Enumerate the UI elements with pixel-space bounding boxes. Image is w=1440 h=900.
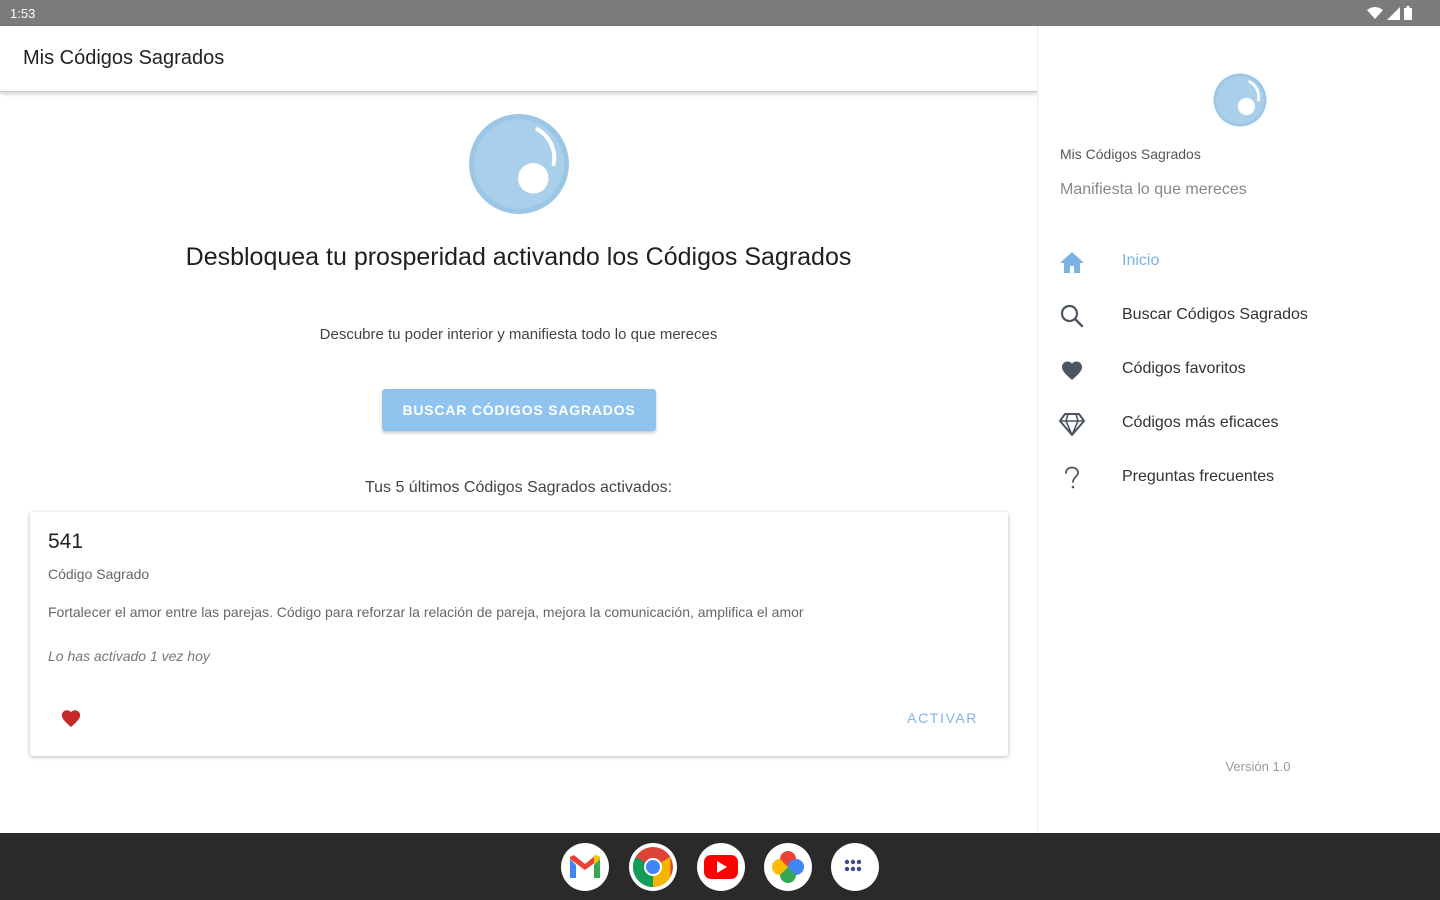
nav-label: Inicio: [1122, 252, 1160, 269]
taskbar-dock: [0, 833, 1440, 900]
app-bar: Mis Códigos Sagrados: [0, 26, 1037, 92]
wifi-icon: [1367, 6, 1383, 19]
signal-icon: [1387, 6, 1400, 20]
search-icon: [1058, 302, 1086, 330]
gmail-icon[interactable]: [561, 843, 609, 891]
battery-icon: [1404, 6, 1412, 20]
question-icon: [1058, 464, 1086, 492]
nav-label: Códigos más eficaces: [1122, 414, 1279, 431]
status-time: 1:53: [10, 6, 36, 21]
code-card: 541 Código Sagrado Fortalecer el amor en…: [30, 512, 1008, 756]
search-codes-button[interactable]: BUSCAR CÓDIGOS SAGRADOS: [382, 389, 656, 431]
status-icons: [1367, 6, 1412, 20]
nav-label: Buscar Códigos Sagrados: [1122, 306, 1308, 323]
nav-label: Preguntas frecuentes: [1122, 468, 1275, 485]
headline: Desbloquea tu prosperidad activando los …: [185, 243, 852, 271]
activation-count: Lo has activado 1 vez hoy: [48, 648, 210, 664]
code-description: Fortalecer el amor entre las parejas. Có…: [48, 604, 804, 620]
code-type: Código Sagrado: [48, 566, 150, 582]
nav-label: Códigos favoritos: [1122, 360, 1246, 377]
nav-item-preguntas[interactable]: Preguntas frecuentes: [1038, 454, 1440, 502]
heart-icon: [1058, 356, 1086, 384]
nav-item-inicio[interactable]: Inicio: [1038, 238, 1440, 286]
drawer-app-name: Mis Códigos Sagrados: [1060, 146, 1201, 162]
code-number: 541: [48, 530, 84, 553]
app-logo-icon: [469, 114, 569, 214]
favorite-heart-icon[interactable]: [60, 708, 82, 728]
recent-codes-label: Tus 5 últimos Códigos Sagrados activados…: [364, 479, 673, 496]
version-label: Versión 1.0: [1225, 759, 1291, 774]
app-drawer-icon[interactable]: [831, 843, 879, 891]
diamond-icon: [1058, 410, 1086, 438]
home-icon: [1058, 248, 1086, 276]
nav-item-favoritos[interactable]: Códigos favoritos: [1038, 346, 1440, 394]
youtube-icon[interactable]: [697, 843, 745, 891]
status-bar: 1:53: [0, 0, 1440, 26]
subline: Descubre tu poder interior y manifiesta …: [319, 326, 718, 343]
drawer-logo-icon: [1213, 73, 1267, 127]
nav-item-eficaces[interactable]: Códigos más eficaces: [1038, 400, 1440, 448]
activate-button[interactable]: ACTIVAR: [907, 710, 978, 726]
navigation-drawer: Mis Códigos Sagrados Manifiesta lo que m…: [1037, 26, 1440, 833]
drawer-tagline: Manifiesta lo que mereces: [1060, 181, 1247, 198]
photos-icon[interactable]: [764, 843, 812, 891]
chrome-icon[interactable]: [629, 843, 677, 891]
main-content: Mis Códigos Sagrados Desbloquea tu prosp…: [0, 26, 1037, 833]
app-title: Mis Códigos Sagrados: [23, 47, 225, 69]
nav-item-buscar[interactable]: Buscar Códigos Sagrados: [1038, 292, 1440, 340]
